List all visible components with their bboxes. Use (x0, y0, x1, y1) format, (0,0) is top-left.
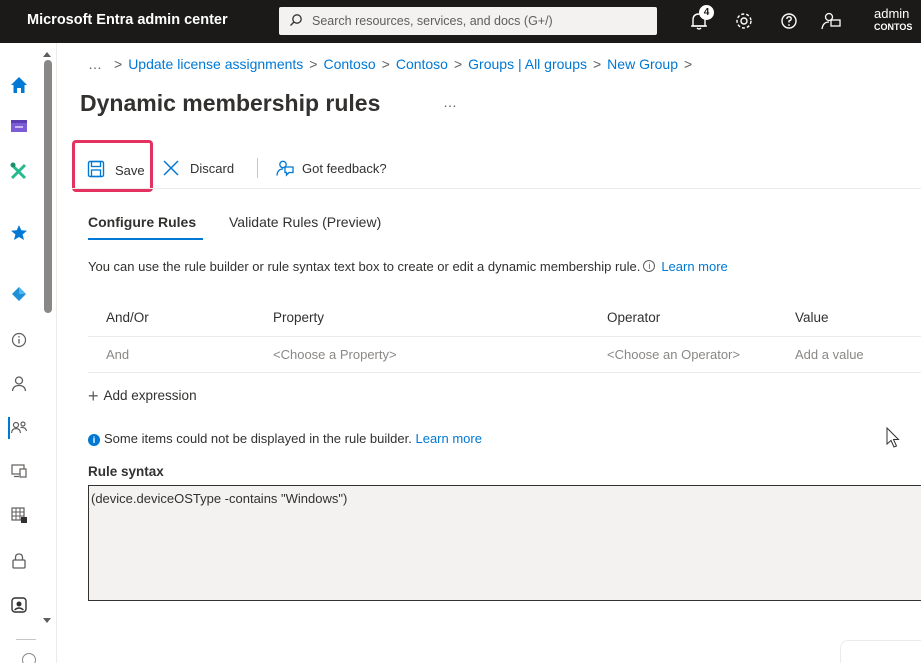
breadcrumb-item[interactable]: Update license assignments (128, 56, 303, 72)
settings-button[interactable] (733, 10, 755, 32)
breadcrumb-overflow[interactable]: … (88, 56, 102, 72)
feedback-person-icon (821, 12, 841, 30)
learn-more-link[interactable]: Learn more (661, 259, 727, 274)
property-select[interactable]: <Choose a Property> (273, 347, 397, 362)
identity-diamond-icon[interactable] (8, 283, 30, 305)
and-or-select[interactable]: And (106, 347, 129, 362)
user-name: admin (874, 6, 910, 21)
rail-bottom-icon[interactable] (22, 653, 36, 663)
scroll-down-arrow-icon[interactable] (43, 618, 51, 623)
builder-notice: i Some items could not be displayed in th… (88, 431, 482, 446)
more-options-button[interactable]: … (443, 94, 457, 110)
notification-badge: 4 (699, 5, 714, 20)
left-navigation-rail (0, 43, 57, 663)
notice-text: Some items could not be displayed in the… (104, 431, 412, 446)
tab-configure-rules[interactable]: Configure Rules (88, 214, 196, 230)
column-header-and-or: And/Or (106, 310, 149, 325)
table-header-row: And/Or Property Operator Value (88, 299, 921, 337)
gear-icon (736, 13, 752, 29)
column-header-value: Value (795, 310, 829, 325)
info-icon[interactable]: i (643, 260, 656, 272)
rule-syntax-textbox[interactable]: (device.deviceOSType -contains "Windows"… (88, 485, 921, 601)
discard-label: Discard (190, 161, 235, 176)
rule-description: You can use the rule builder or rule syn… (88, 259, 728, 274)
devices-icon[interactable] (8, 460, 30, 482)
top-bar: Microsoft Entra admin center Search reso… (0, 0, 921, 43)
user-org: CONTOS (874, 22, 913, 32)
apps-icon[interactable] (8, 504, 30, 526)
rail-divider (16, 639, 36, 640)
notice-learn-more-link[interactable]: Learn more (415, 431, 481, 446)
scroll-up-arrow-icon[interactable] (43, 52, 51, 57)
save-button[interactable]: Save (72, 140, 153, 192)
user-icon[interactable] (8, 373, 30, 395)
breadcrumb-item[interactable]: Contoso (396, 56, 448, 72)
table-row: And <Choose a Property> <Choose an Opera… (88, 337, 921, 373)
feedback-person-icon (275, 158, 295, 183)
save-icon (87, 160, 105, 183)
save-label: Save (115, 163, 145, 178)
home-icon[interactable] (8, 74, 30, 96)
rule-syntax-label: Rule syntax (88, 464, 164, 479)
add-expression-label: Add expression (103, 388, 197, 403)
mouse-pointer-icon (886, 426, 900, 454)
help-button[interactable] (778, 10, 800, 32)
description-text: You can use the rule builder or rule syn… (88, 259, 641, 274)
page-title: Dynamic membership rules (80, 90, 381, 116)
info-filled-icon: i (88, 434, 100, 446)
breadcrumb: … > Update license assignments > Contoso > Con… (88, 56, 693, 72)
feedback-header-button[interactable] (820, 10, 842, 32)
value-input[interactable]: Add a value (795, 347, 864, 362)
close-icon (162, 159, 180, 182)
breadcrumb-item[interactable]: Groups | All groups (468, 56, 587, 72)
info-icon[interactable] (8, 329, 30, 351)
search-placeholder: Search resources, services, and docs (G+… (312, 14, 553, 28)
notifications-button[interactable]: 4 (688, 5, 714, 32)
account-manager[interactable]: admin CONTOS (874, 6, 912, 32)
search-input[interactable]: Search resources, services, and docs (G+… (279, 7, 657, 35)
toolbar-divider-line (72, 188, 921, 189)
help-icon (781, 13, 797, 29)
add-expression-button[interactable]: + Add expression (88, 386, 197, 407)
breadcrumb-item[interactable]: Contoso (323, 56, 375, 72)
tools-icon[interactable] (8, 160, 30, 182)
plus-icon: + (88, 386, 99, 406)
lock-icon[interactable] (8, 550, 30, 572)
app-title[interactable]: Microsoft Entra admin center (27, 12, 228, 28)
column-header-operator: Operator (607, 310, 661, 325)
breadcrumb-item[interactable]: New Group (607, 56, 678, 72)
active-tab-indicator (88, 238, 203, 240)
feedback-label: Got feedback? (302, 161, 387, 176)
protection-icon[interactable] (8, 594, 30, 616)
column-header-property: Property (273, 310, 325, 325)
search-icon (289, 13, 303, 32)
operator-select[interactable]: <Choose an Operator> (607, 347, 740, 362)
toolbar-divider (257, 158, 258, 178)
favorites-star-icon[interactable] (8, 222, 30, 244)
groups-icon[interactable] (8, 417, 30, 439)
corner-panel (840, 640, 921, 663)
dashboard-icon[interactable] (8, 115, 30, 137)
rail-scroll-thumb[interactable] (44, 60, 52, 313)
tab-validate-rules[interactable]: Validate Rules (Preview) (229, 214, 381, 230)
